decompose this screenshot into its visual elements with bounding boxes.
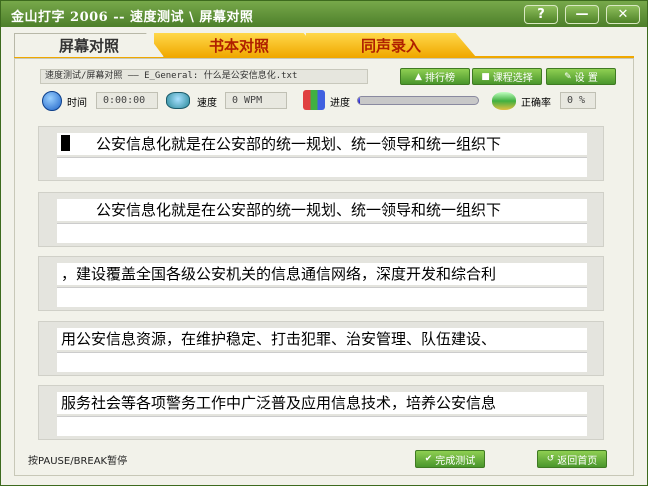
accuracy-label: 正确率: [521, 98, 551, 109]
bar-chart-icon: [303, 90, 325, 110]
typing-input[interactable]: [57, 416, 587, 436]
progress-fill: [358, 97, 361, 104]
close-icon: ✕: [617, 7, 629, 22]
return-home-button[interactable]: ↺ 返回首页: [537, 450, 607, 468]
file-path: 速度测试/屏幕对照 —— E_General: 什么是公安信息化.txt: [40, 69, 368, 84]
pause-hint: 按PAUSE/BREAK暂停: [28, 456, 128, 467]
text-block: ，建设覆盖全国各级公安机关的信息通信网络，深度开发和综合利: [38, 256, 604, 311]
accuracy-value: 0 %: [560, 92, 596, 109]
progress-label: 进度: [330, 98, 350, 109]
source-text: 公安信息化就是在公安部的统一规划、统一领导和统一组织下: [96, 201, 502, 219]
text-block: 用公安信息资源，在维护稳定、打击犯罪、治安管理、队伍建设、: [38, 321, 604, 376]
window-title: 金山打字 2006 -- 速度测试 \ 屏幕对照: [11, 10, 254, 25]
tab-screen-compare[interactable]: 屏幕对照: [14, 33, 164, 57]
tab-label: 书本对照: [208, 36, 269, 55]
clock-icon: [42, 91, 62, 111]
finish-test-button[interactable]: ✔ 完成测试: [415, 450, 485, 468]
speed-value: 0 WPM: [225, 92, 287, 109]
time-label: 时间: [67, 98, 87, 109]
tab-label: 同声录入: [360, 36, 421, 55]
source-line: ，建设覆盖全国各级公安机关的信息通信网络，深度开发和综合利: [57, 263, 587, 285]
ranking-button[interactable]: ▲ 排行榜: [400, 68, 470, 85]
source-line: 用公安信息资源，在维护稳定、打击犯罪、治安管理、队伍建设、: [57, 328, 587, 350]
help-button[interactable]: ?: [524, 5, 558, 24]
typing-input[interactable]: [57, 157, 587, 177]
minimize-button[interactable]: —: [565, 5, 599, 24]
finish-label: 完成测试: [435, 455, 476, 467]
typing-input[interactable]: [57, 287, 587, 307]
settings-button[interactable]: ✎ 设 置: [546, 68, 616, 85]
typing-input[interactable]: [57, 352, 587, 372]
text-block: 公安信息化就是在公安部的统一规划、统一领导和统一组织下: [38, 192, 604, 247]
text-block: 服务社会等各项警务工作中广泛普及应用信息技术，培养公安信息: [38, 385, 604, 440]
course-label: 课程选择: [492, 73, 533, 84]
source-text: 公安信息化就是在公安部的统一规划、统一领导和统一组织下: [96, 135, 502, 153]
tab-label: 屏幕对照: [58, 37, 119, 55]
home-label: 返回首页: [557, 455, 598, 467]
source-text: 用公安信息资源，在维护稳定、打击犯罪、治安管理、队伍建设、: [61, 330, 497, 348]
speed-label: 速度: [197, 98, 217, 109]
wrench-icon: ✎: [564, 71, 572, 82]
help-icon: ?: [537, 7, 545, 22]
mode-tabs: 屏幕对照 书本对照 同声录入: [14, 33, 634, 57]
accuracy-icon: [492, 92, 516, 110]
tab-book-compare[interactable]: 书本对照: [154, 33, 324, 57]
time-value: 0:00:00: [96, 92, 158, 109]
source-line: 公安信息化就是在公安部的统一规划、统一领导和统一组织下: [57, 133, 587, 155]
speedometer-icon: [166, 92, 190, 109]
course-select-button[interactable]: ■ 课程选择: [472, 68, 542, 85]
minimize-icon: —: [575, 7, 589, 22]
close-button[interactable]: ✕: [606, 5, 640, 24]
text-block: 公安信息化就是在公安部的统一规划、统一领导和统一组织下: [38, 126, 604, 181]
settings-label: 设 置: [574, 73, 598, 84]
progress-bar: [357, 96, 479, 105]
check-icon: ✔: [424, 454, 433, 464]
source-text: 服务社会等各项警务工作中广泛普及应用信息技术，培养公安信息: [61, 394, 497, 412]
source-line: 服务社会等各项警务工作中广泛普及应用信息技术，培养公安信息: [57, 392, 587, 414]
ranking-label: 排行榜: [424, 73, 455, 84]
source-line: 公安信息化就是在公安部的统一规划、统一领导和统一组织下: [57, 199, 587, 221]
return-icon: ↺: [546, 454, 555, 464]
title-bar: 金山打字 2006 -- 速度测试 \ 屏幕对照 ? — ✕: [1, 1, 647, 27]
book-icon: ■: [481, 71, 490, 82]
source-text: ，建设覆盖全国各级公安机关的信息通信网络，深度开发和综合利: [61, 265, 497, 283]
text-cursor: [61, 135, 70, 151]
typing-input[interactable]: [57, 223, 587, 243]
trophy-icon: ▲: [415, 71, 422, 82]
tab-dictation[interactable]: 同声录入: [306, 33, 476, 57]
